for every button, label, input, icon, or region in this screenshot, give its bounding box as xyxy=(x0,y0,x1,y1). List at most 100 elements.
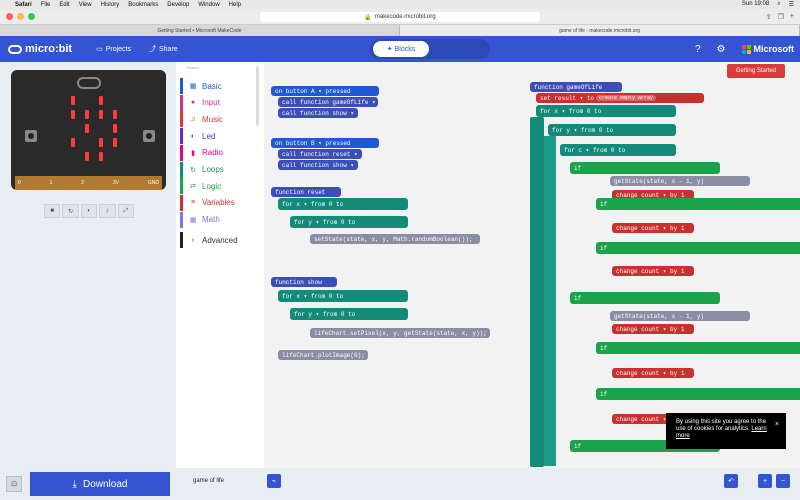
block-for-c-gol[interactable]: for c ▾ from 0 to xyxy=(560,144,676,156)
slowmo-icon[interactable]: ◐ xyxy=(80,204,98,218)
block-if-5[interactable]: if xyxy=(596,342,800,354)
zoom-in-icon[interactable]: + xyxy=(758,474,772,488)
block-for-x-show[interactable]: for x ▾ from 0 to xyxy=(278,290,408,302)
menu-icon[interactable]: ☰ xyxy=(789,1,794,8)
block-if-3[interactable]: if xyxy=(596,242,800,254)
minimize-window-button[interactable] xyxy=(17,13,24,20)
blocks-workspace[interactable]: Getting Started on button A ▾ pressed ca… xyxy=(264,62,800,468)
block-for-y-show[interactable]: for y ▾ from 0 to xyxy=(290,308,408,320)
toolbox-basic[interactable]: ▦ Basic xyxy=(180,78,262,94)
maximize-window-button[interactable] xyxy=(28,13,35,20)
block-set-result[interactable]: set result ▾ to create empty array xyxy=(536,93,704,103)
block-setstate[interactable]: setState(state, x, y, Math.randomBoolean… xyxy=(310,234,480,244)
block-for-y-gol[interactable]: for y ▾ from 0 to xyxy=(548,124,676,136)
javascript-mode-button[interactable] xyxy=(431,41,487,57)
toolbox-variables[interactable]: ≡ Variables xyxy=(180,194,262,211)
projects-button[interactable]: ▭ Projects xyxy=(96,45,131,54)
block-function-gameoflife[interactable]: function gameOfLife xyxy=(530,82,622,92)
address-bar[interactable]: 🔒 makecode.microbit.org xyxy=(260,12,540,22)
block-function-reset[interactable]: function reset xyxy=(271,187,341,197)
menu-history[interactable]: History xyxy=(101,2,120,8)
toolbox-music[interactable]: ♫ Music xyxy=(180,111,262,128)
close-window-button[interactable] xyxy=(6,13,13,20)
collapse-simulator-button[interactable]: ⊡ xyxy=(6,476,22,492)
save-icon[interactable]: ⌁ xyxy=(267,474,281,488)
toolbox-input[interactable]: ● Input xyxy=(180,94,262,111)
stop-icon[interactable]: ■ xyxy=(44,204,61,218)
menu-window[interactable]: Window xyxy=(198,2,219,8)
block-on-button-a[interactable]: on button A ▾ pressed xyxy=(271,86,379,96)
advanced-icon: › xyxy=(191,236,195,244)
microbit-logo[interactable]: micro:bit xyxy=(8,43,72,55)
search-icon[interactable]: ⌕ xyxy=(777,1,780,8)
blocks-mode-label: Blocks xyxy=(394,45,416,53)
block-if-4[interactable]: if xyxy=(570,292,720,304)
block-if-1[interactable]: if xyxy=(570,162,720,174)
menu-view[interactable]: View xyxy=(79,2,92,8)
block-change-count-3[interactable]: change count ▾ by 1 xyxy=(612,266,694,276)
menu-develop[interactable]: Develop xyxy=(167,2,189,8)
toolbox-loops[interactable]: ↻ Loops xyxy=(180,161,262,178)
toolbox-led[interactable]: ◐ Led xyxy=(180,128,262,145)
toolbox-radio[interactable]: ▮ Radio xyxy=(180,144,262,161)
microsoft-logo[interactable]: Microsoft xyxy=(741,44,794,54)
tab-game-of-life[interactable]: game of life - makecode.microbit.org xyxy=(400,25,800,36)
pin-2[interactable]: 2 xyxy=(81,180,84,186)
block-for-x-reset[interactable]: for x ▾ from 0 to xyxy=(278,198,408,210)
share-button[interactable]: ⤴ Share xyxy=(149,44,178,54)
clock[interactable]: Sun 19:08 xyxy=(742,1,769,8)
toolbox-label: Variables xyxy=(202,198,235,208)
download-button[interactable]: ⤓ Download xyxy=(30,472,170,496)
block-call-show-b[interactable]: call function show ▾ xyxy=(278,160,358,170)
block-for-y-reset[interactable]: for y ▾ from 0 to xyxy=(290,216,408,228)
new-tab-icon[interactable]: + xyxy=(790,13,794,21)
block-call-show-a[interactable]: call function show ▾ xyxy=(278,108,358,118)
pin-0[interactable]: 0 xyxy=(18,180,21,186)
toolbox-advanced[interactable]: › Advanced xyxy=(180,232,262,249)
block-plotimage[interactable]: lifeChart.plotImage(0); xyxy=(278,350,368,360)
menu-bookmarks[interactable]: Bookmarks xyxy=(128,2,158,8)
block-if-6[interactable]: if xyxy=(596,388,800,400)
zoom-out-icon[interactable]: − xyxy=(776,474,790,488)
getting-started-button[interactable]: Getting Started xyxy=(727,64,785,78)
block-getstate-2[interactable]: getState(state, x - 1, y) xyxy=(610,311,750,321)
block-getstate-1[interactable]: getState(state, x - 1, y) xyxy=(610,176,750,186)
share-icon[interactable]: ⇪ xyxy=(766,13,772,21)
block-setpixel[interactable]: lifeChart.setPixel(x, y, getState(state,… xyxy=(310,328,490,338)
create-array-slot[interactable]: create empty array xyxy=(596,95,657,101)
mute-icon[interactable]: ♪ xyxy=(99,204,116,218)
restart-icon[interactable]: ↻ xyxy=(62,204,79,218)
block-call-reset[interactable]: call function reset ▾ xyxy=(278,149,362,159)
toolbox-search[interactable]: Search... xyxy=(186,65,202,70)
undo-icon[interactable]: ↶ xyxy=(724,474,738,488)
fullscreen-icon[interactable]: ⤢ xyxy=(117,204,135,218)
menu-help[interactable]: Help xyxy=(229,2,241,8)
menu-file[interactable]: File xyxy=(41,2,51,8)
pin-1[interactable]: 1 xyxy=(50,180,53,186)
scrollbar[interactable] xyxy=(256,66,259,126)
button-a[interactable] xyxy=(25,130,37,142)
block-if-2[interactable]: if xyxy=(596,198,800,210)
project-name-input[interactable]: game of life xyxy=(193,478,224,484)
toolbox-logic[interactable]: ⇄ Logic xyxy=(180,178,262,195)
blocks-mode-button[interactable]: ✦ Blocks xyxy=(373,41,429,57)
close-icon[interactable]: × xyxy=(775,421,779,428)
toolbox-label: Logic xyxy=(202,181,222,191)
gear-icon[interactable]: ⚙ xyxy=(717,44,726,55)
help-icon[interactable]: ? xyxy=(695,44,701,55)
block-for-x-gol[interactable]: for x ▾ from 0 to xyxy=(536,105,676,117)
block-change-count-2[interactable]: change count ▾ by 1 xyxy=(612,223,694,233)
menu-app[interactable]: Safari xyxy=(15,2,32,8)
tab-getting-started[interactable]: Getting Started • Microsoft MakeCode xyxy=(0,25,400,36)
toolbox-math[interactable]: ▦ Math xyxy=(180,211,262,228)
block-change-count-5[interactable]: change count ▾ by 1 xyxy=(612,368,694,378)
pin-gnd[interactable]: GND xyxy=(148,180,159,186)
block-function-show[interactable]: function show xyxy=(271,277,337,287)
block-on-button-b[interactable]: on button B ▾ pressed xyxy=(271,138,379,148)
pin-3v[interactable]: 3V xyxy=(113,180,119,186)
menu-edit[interactable]: Edit xyxy=(59,2,69,8)
button-b[interactable] xyxy=(143,130,155,142)
block-change-count-4[interactable]: change count ▾ by 1 xyxy=(612,324,694,334)
tabs-icon[interactable]: ❐ xyxy=(778,13,784,21)
block-call-gameoflife[interactable]: call function gameOfLife ▾ xyxy=(278,97,378,107)
